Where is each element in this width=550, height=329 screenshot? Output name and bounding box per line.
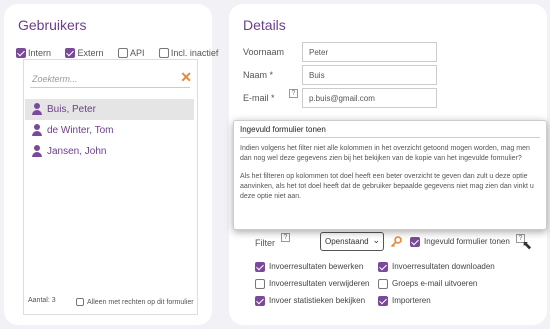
permission-label: Invoerresultaten downloaden: [392, 262, 495, 272]
user-name: de Winter, Tom: [47, 125, 114, 136]
user-list-item[interactable]: Buis, Peter: [25, 99, 194, 120]
show-filled-form-checkbox[interactable]: [410, 237, 420, 247]
permission-checkbox[interactable]: [378, 279, 388, 289]
rights-filter[interactable]: Alleen met rechten op dit formulier: [76, 298, 194, 306]
users-panel: Gebruikers Intern Extern API Incl. inact…: [4, 4, 218, 325]
firstname-field[interactable]: Peter: [302, 42, 437, 62]
filter-extern-checkbox[interactable]: [65, 47, 76, 58]
user-name: Jansen, John: [47, 146, 107, 157]
filter-intern-label: Intern: [28, 47, 52, 58]
tooltip-paragraph: Als het filteren op kolommen tot doel he…: [240, 173, 534, 200]
permission-checkbox[interactable]: [378, 262, 388, 272]
permission-option[interactable]: Invoerresultaten verwijderen: [255, 279, 370, 289]
permission-option[interactable]: Invoer statistieken bekijken: [255, 296, 365, 306]
mouse-cursor-icon: ⬉: [522, 238, 533, 252]
chevron-down-icon: ⌄: [372, 235, 380, 245]
email-label: E-mail *: [243, 93, 275, 103]
filter-inactive-label: Incl. inactief: [170, 47, 219, 58]
users-title: Gebruikers: [18, 17, 87, 33]
user-list-box: Zoekterm... ✕ Buis, Peter de Winter, Tom…: [23, 59, 198, 315]
permission-option[interactable]: Invoerresultaten downloaden: [378, 262, 495, 272]
filter-label: Filter: [255, 238, 275, 248]
tooltip-title: Ingevuld formulier tonen: [240, 125, 540, 138]
show-filled-form-option[interactable]: Ingevuld formulier tonen: [410, 237, 510, 247]
user-count: Aantal: 3: [28, 297, 56, 304]
permission-option[interactable]: Importeren: [378, 296, 431, 306]
user-list-item[interactable]: de Winter, Tom: [25, 120, 194, 141]
lastname-label: Naam *: [243, 70, 274, 80]
rights-filter-checkbox[interactable]: [76, 298, 84, 306]
show-filled-form-label: Ingevuld formulier tonen: [424, 237, 510, 247]
filter-inactive-checkbox[interactable]: [158, 47, 169, 58]
user-icon: [32, 145, 42, 157]
filter-api-checkbox[interactable]: [117, 47, 128, 58]
firstname-label: Voornaam: [243, 47, 285, 57]
permission-label: Groeps e-mail uitvoeren: [392, 279, 478, 289]
permission-checkbox[interactable]: [378, 296, 388, 306]
filter-api-label: API: [129, 47, 145, 58]
permission-label: Invoerresultaten verwijderen: [269, 279, 370, 289]
clear-search-icon[interactable]: ✕: [180, 69, 192, 86]
permission-checkbox[interactable]: [255, 296, 265, 306]
permission-checkbox[interactable]: [255, 262, 265, 272]
permission-label: Invoer statistieken bekijken: [269, 296, 366, 306]
user-name: Buis, Peter: [47, 104, 96, 115]
permission-label: Invoerresultaten bewerken: [269, 262, 364, 272]
filter-select[interactable]: Openstaand ⌄: [320, 232, 384, 251]
filter-key-icon[interactable]: [390, 236, 402, 248]
filter-selected-value: Openstaand: [325, 237, 369, 246]
permission-option[interactable]: Groeps e-mail uitvoeren: [378, 279, 477, 289]
permission-option[interactable]: Invoerresultaten bewerken: [255, 262, 363, 272]
lastname-field[interactable]: Buis: [302, 65, 437, 85]
search-placeholder: Zoekterm...: [32, 74, 78, 84]
filter-extern-label: Extern: [77, 47, 104, 58]
user-icon: [32, 103, 42, 115]
help-icon[interactable]: ?: [281, 233, 290, 242]
help-icon[interactable]: ?: [289, 89, 298, 98]
permission-label: Importeren: [392, 296, 431, 306]
user-icon: [32, 124, 42, 136]
filter-intern-checkbox[interactable]: [16, 47, 26, 58]
email-field[interactable]: p.buis@gmail.com: [302, 88, 437, 108]
user-list-item[interactable]: Jansen, John: [25, 141, 194, 162]
rights-filter-label: Alleen met rechten op dit formulier: [87, 298, 194, 306]
details-title: Details: [243, 17, 286, 33]
tooltip-paragraph: Indien volgens het filter niet alle kolo…: [240, 145, 530, 162]
search-input[interactable]: Zoekterm... ✕: [30, 69, 192, 88]
permission-checkbox[interactable]: [255, 279, 265, 289]
help-tooltip: Ingevuld formulier tonen Indien volgens …: [233, 120, 547, 230]
